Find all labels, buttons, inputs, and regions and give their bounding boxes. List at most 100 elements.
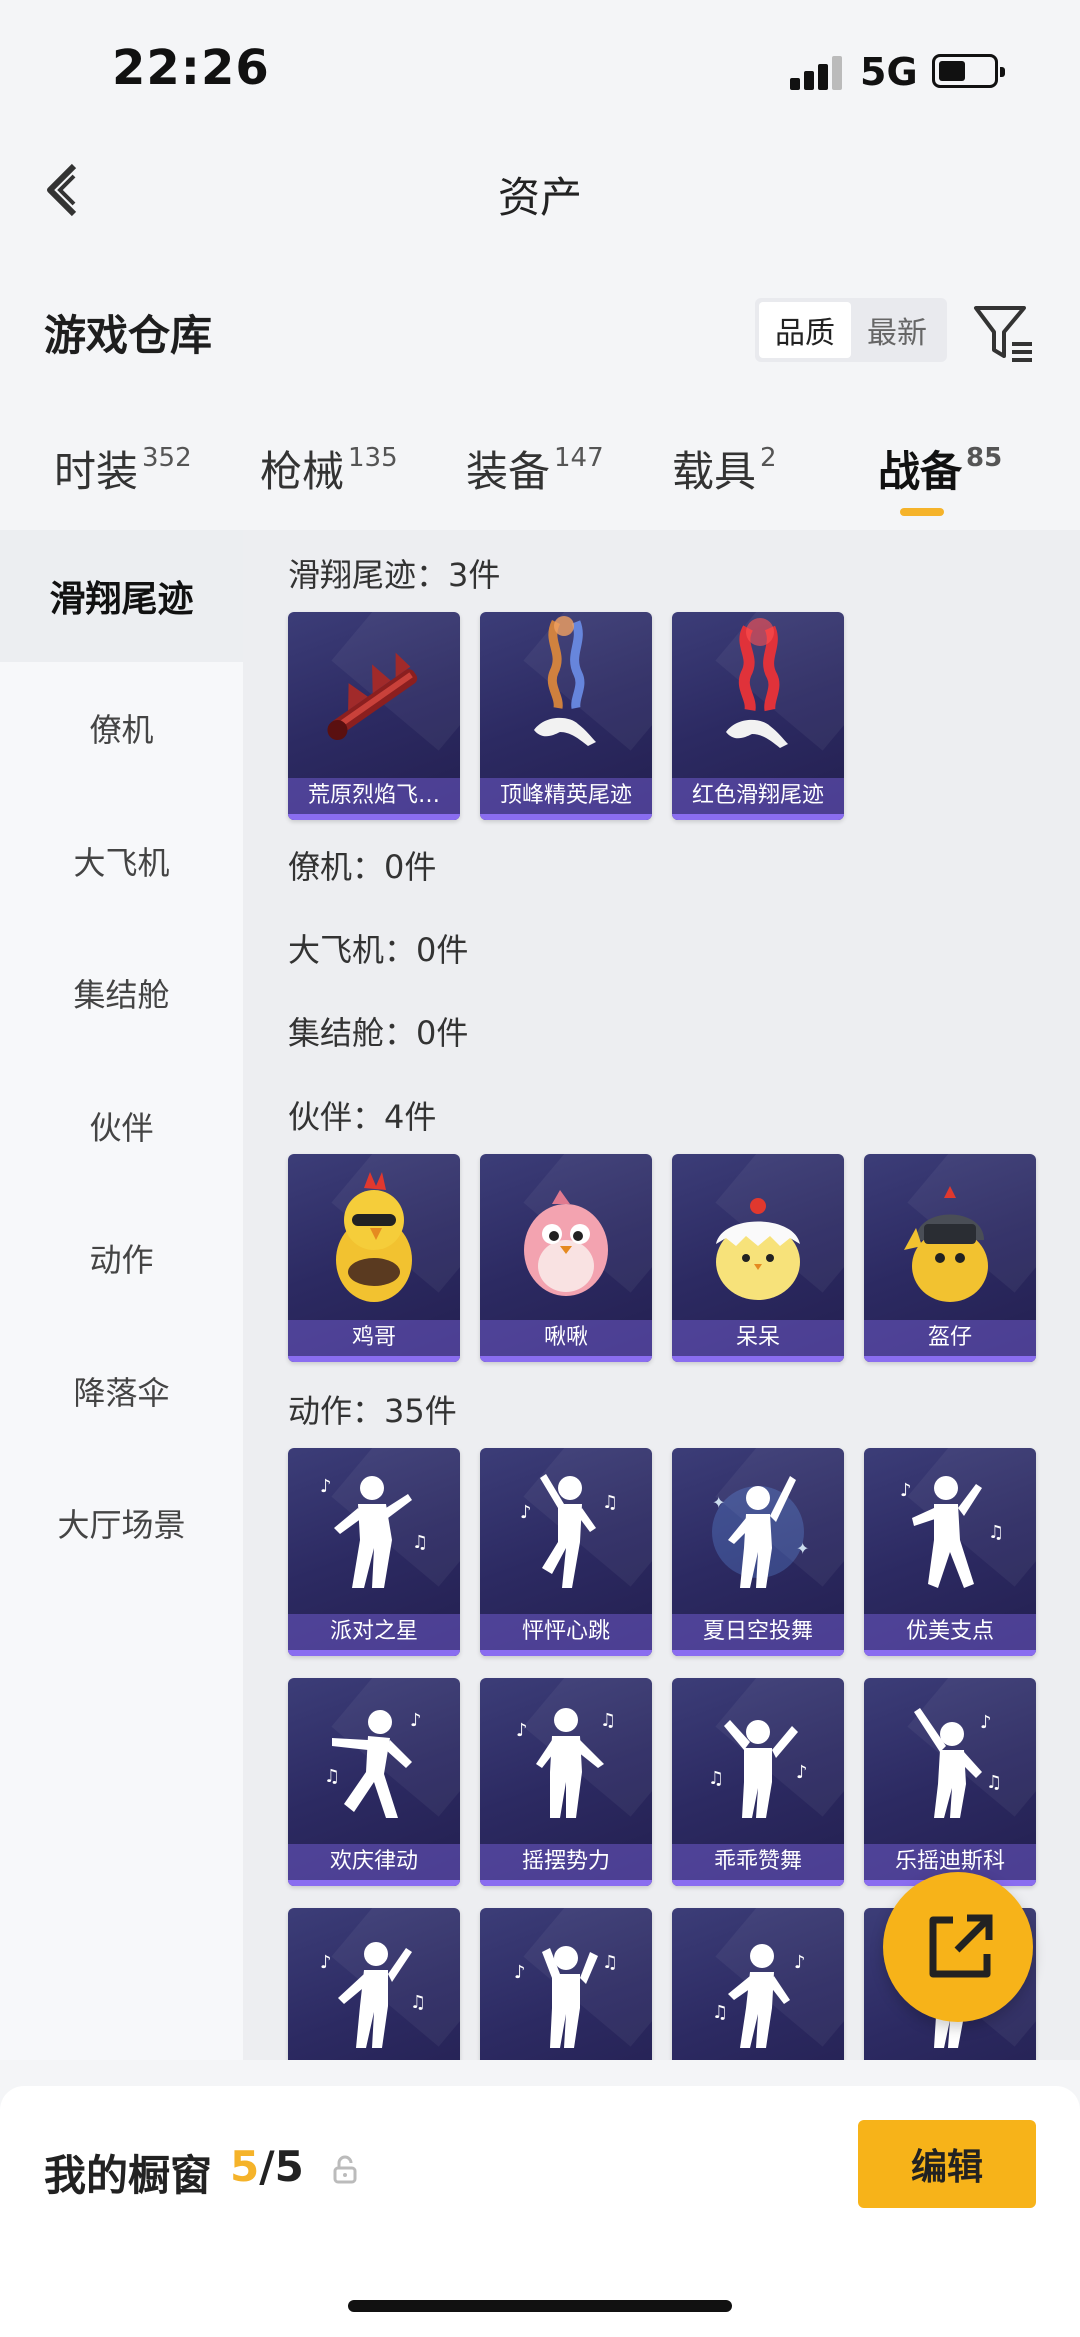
sort-quality-button[interactable]: 品质 xyxy=(759,302,851,358)
svg-text:♪: ♪ xyxy=(514,1962,526,1983)
tab-fashion[interactable]: 时装 352 xyxy=(54,438,192,518)
svg-text:♪: ♪ xyxy=(516,1720,528,1741)
item-name: 夏日空投舞 xyxy=(672,1614,844,1650)
item-card[interactable]: 红色滑翔尾迹 xyxy=(672,612,844,820)
svg-text:♫: ♫ xyxy=(600,1710,616,1731)
sidebar-item-glide-trail[interactable]: 滑翔尾迹 xyxy=(0,530,243,662)
group-title-pod: 集结舱：0件 xyxy=(288,1014,469,1052)
item-card[interactable]: ♪ ♫ 怦怦心跳 xyxy=(480,1448,652,1656)
item-card[interactable]: 呆呆 xyxy=(672,1154,844,1362)
item-card[interactable]: ♪ ♫ 派对之星 xyxy=(288,1448,460,1656)
signal-icon xyxy=(790,56,846,90)
sidebar-item-plane[interactable]: 大飞机 xyxy=(0,795,243,927)
svg-text:♫: ♫ xyxy=(410,1992,426,2013)
item-name: 红色滑翔尾迹 xyxy=(672,778,844,814)
sidebar-item-companion[interactable]: 伙伴 xyxy=(0,1060,243,1192)
group-title-emote: 动作：35件 xyxy=(288,1392,457,1430)
svg-text:♪: ♪ xyxy=(520,1502,532,1523)
item-card[interactable]: 鸡哥 xyxy=(288,1154,460,1362)
dance-pose-icon: ♪♫ xyxy=(900,1476,1004,1588)
tab-weapons[interactable]: 枪械 135 xyxy=(260,438,398,518)
tab-label: 载具 xyxy=(672,447,757,496)
tab-label: 枪械 xyxy=(260,447,345,496)
showcase-current: 5 xyxy=(230,2142,260,2191)
pink-bird-companion-icon xyxy=(524,1190,608,1296)
svg-text:♫: ♫ xyxy=(712,2002,728,2023)
svg-text:♫: ♫ xyxy=(412,1532,428,1553)
item-card[interactable]: ♪ ♫ xyxy=(672,1908,844,2060)
status-time: 22:26 xyxy=(112,40,270,96)
sidebar-item-pod[interactable]: 集结舱 xyxy=(0,927,243,1059)
item-card[interactable]: ♪ ♫ xyxy=(480,1908,652,2060)
svg-text:♪: ♪ xyxy=(794,1952,806,1973)
item-card[interactable]: ✦ ✦ 夏日空投舞 xyxy=(672,1448,844,1656)
svg-text:✦: ✦ xyxy=(796,1539,809,1558)
tab-count: 352 xyxy=(142,443,192,473)
dance-pose-icon: ♪♫ xyxy=(914,1708,1002,1818)
item-name: 鸡哥 xyxy=(288,1320,460,1356)
dance-pose-icon: ♪♫ xyxy=(514,1946,618,2048)
item-name: 乖乖赞舞 xyxy=(672,1844,844,1880)
tab-supplies[interactable]: 战备 85 xyxy=(878,438,1002,518)
svg-text:♫: ♫ xyxy=(986,1772,1002,1793)
item-card[interactable]: ♪ ♫ 乖乖赞舞 xyxy=(672,1678,844,1886)
item-card[interactable]: 盔仔 xyxy=(864,1154,1036,1362)
tab-equipment[interactable]: 装备 147 xyxy=(466,438,604,518)
item-name: 欢庆律动 xyxy=(288,1844,460,1880)
dance-pose-icon: ♪♫ xyxy=(324,1710,422,1818)
svg-text:♫: ♫ xyxy=(708,1768,724,1789)
status-bar: 22:26 5G xyxy=(0,0,1080,130)
tab-indicator xyxy=(900,508,944,516)
dance-pose-icon: ♪♫ xyxy=(712,1944,806,2048)
item-card[interactable]: ♪ ♫ 欢庆律动 xyxy=(288,1678,460,1886)
showcase-total: /5 xyxy=(259,2142,304,2191)
filter-button[interactable] xyxy=(968,298,1038,368)
dance-pose-icon: ♪♫ xyxy=(520,1474,618,1588)
sort-newest-button[interactable]: 最新 xyxy=(851,302,943,358)
sidebar-item-wingman[interactable]: 僚机 xyxy=(0,662,243,794)
home-indicator xyxy=(348,2300,732,2312)
item-card[interactable]: 啾啾 xyxy=(480,1154,652,1362)
sidebar-item-emote[interactable]: 动作 xyxy=(0,1192,243,1324)
svg-text:♪: ♪ xyxy=(900,1480,912,1501)
tab-vehicles[interactable]: 载具 2 xyxy=(672,438,777,518)
dance-pose-icon: ♪♫ xyxy=(320,1476,428,1588)
svg-text:♪: ♪ xyxy=(796,1762,808,1783)
nav-bar: 资产 xyxy=(0,130,1080,250)
item-card[interactable]: ♪ ♫ xyxy=(288,1908,460,2060)
lock-icon xyxy=(333,2155,357,2184)
item-name: 啾啾 xyxy=(480,1320,652,1356)
elite-trail-icon xyxy=(534,616,596,746)
helmet-chick-companion-icon xyxy=(904,1186,988,1302)
item-card[interactable]: 顶峰精英尾迹 xyxy=(480,612,652,820)
group-title-trail: 滑翔尾迹：3件 xyxy=(288,556,501,594)
item-card[interactable]: 荒原烈焰飞… xyxy=(288,612,460,820)
section-title: 游戏仓库 xyxy=(44,311,213,360)
tab-label: 战备 xyxy=(878,447,963,496)
sidebar-item-parachute[interactable]: 降落伞 xyxy=(0,1325,243,1457)
showcase-label: 我的橱窗 xyxy=(44,2151,213,2200)
item-card[interactable]: ♪ ♫ 优美支点 xyxy=(864,1448,1036,1656)
item-name: 荒原烈焰飞… xyxy=(288,778,460,814)
network-label: 5G xyxy=(860,50,918,94)
tab-count: 135 xyxy=(348,443,398,473)
showcase-count: 5/5 xyxy=(230,2142,304,2191)
dance-pose-icon: ♪♫ xyxy=(320,1942,426,2048)
item-card[interactable]: ♪ ♫ 摇摆势力 xyxy=(480,1678,652,1886)
svg-text:✦: ✦ xyxy=(712,1493,725,1512)
tab-label: 装备 xyxy=(466,447,551,496)
tab-count: 2 xyxy=(760,443,777,473)
share-button[interactable] xyxy=(883,1872,1033,2022)
item-card[interactable]: ♪ ♫ 乐摇迪斯科 xyxy=(864,1678,1036,1886)
chick-companion-icon xyxy=(716,1198,800,1300)
svg-text:♫: ♫ xyxy=(602,1492,618,1513)
flame-glider-icon xyxy=(327,652,418,741)
sidebar-item-lobby-scene[interactable]: 大厅场景 xyxy=(0,1457,243,1589)
svg-text:♪: ♪ xyxy=(320,1476,332,1497)
dance-pose-icon: ✦✦ xyxy=(712,1476,809,1588)
section-header: 游戏仓库 品质 最新 xyxy=(0,280,1080,380)
battery-icon xyxy=(932,54,1005,88)
edit-button[interactable]: 编辑 xyxy=(858,2120,1036,2208)
svg-text:♫: ♫ xyxy=(602,1952,618,1973)
page-title: 资产 xyxy=(497,173,582,222)
